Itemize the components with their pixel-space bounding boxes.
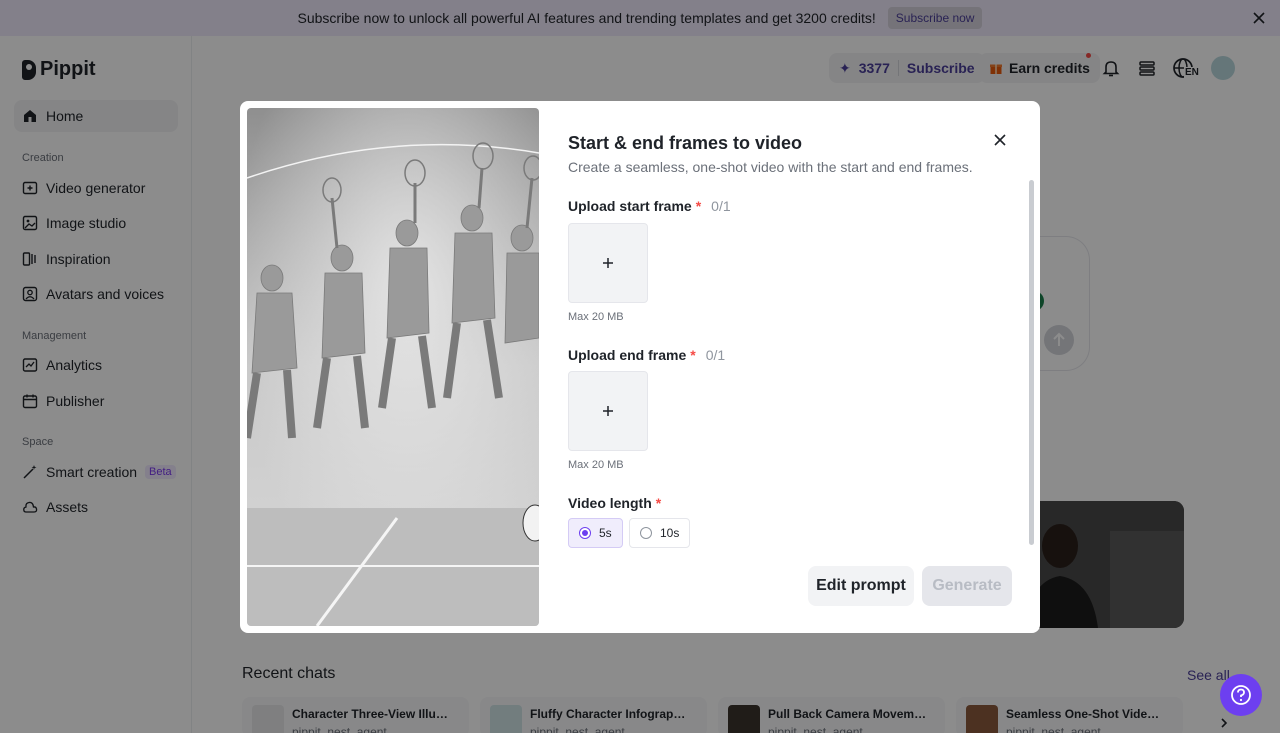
modal-title: Start & end frames to video (568, 133, 803, 153)
required-mark: * (655, 495, 662, 511)
required-mark: * (690, 347, 696, 363)
help-button[interactable] (1220, 674, 1262, 716)
question-icon (1231, 685, 1251, 705)
generate-button[interactable]: Generate (922, 566, 1012, 606)
start-frame-max-size: Max 20 MB (568, 311, 624, 323)
option-label: 5s (599, 526, 612, 540)
end-frame-label: Upload end frame * 0/1 (568, 347, 725, 363)
radio-empty-icon (640, 527, 652, 539)
preview-image (247, 108, 539, 626)
field-label-text: Upload end frame (568, 347, 687, 363)
field-label-text: Video length (568, 495, 652, 511)
start-frame-count: 0/1 (711, 198, 731, 214)
video-length-option-5s[interactable]: 5s (568, 518, 623, 548)
end-frame-count: 0/1 (705, 347, 726, 363)
upload-start-frame-button[interactable] (568, 223, 648, 303)
edit-prompt-button[interactable]: Edit prompt (808, 566, 914, 606)
video-length-option-10s[interactable]: 10s (629, 518, 691, 548)
plus-icon (603, 406, 613, 416)
modal-scrollbar[interactable] (1029, 180, 1034, 545)
upload-end-frame-button[interactable] (568, 371, 648, 451)
required-mark: * (695, 198, 702, 214)
plus-icon (603, 258, 613, 268)
radio-selected-icon (579, 527, 591, 539)
modal-subtitle: Create a seamless, one-shot video with t… (568, 159, 973, 175)
field-label-text: Upload start frame (568, 198, 692, 214)
end-frame-max-size: Max 20 MB (568, 459, 624, 471)
video-length-label: Video length * (568, 495, 661, 511)
start-end-frames-modal: Start & end frames to video Create a sea… (240, 101, 1040, 633)
close-icon[interactable] (992, 132, 1008, 148)
badminton-illustration (247, 108, 539, 626)
start-frame-label: Upload start frame * 0/1 (568, 198, 731, 214)
option-label: 10s (660, 526, 680, 540)
